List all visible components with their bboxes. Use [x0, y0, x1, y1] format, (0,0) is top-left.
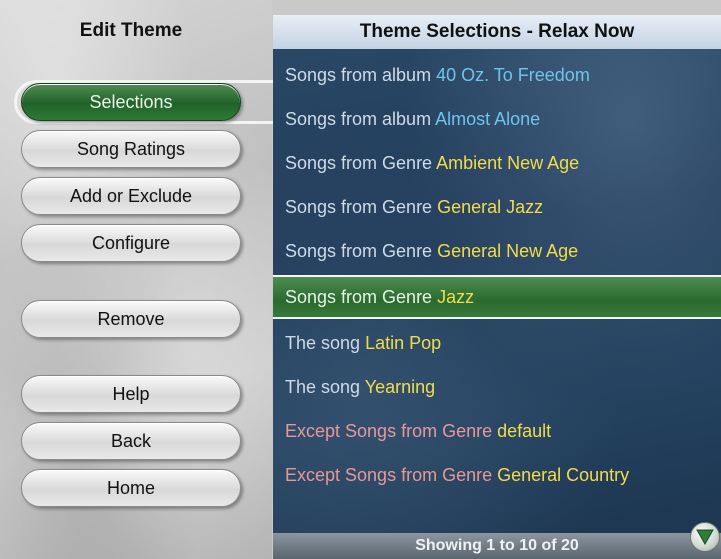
- list-item-prefix: Except Songs from Genre: [285, 465, 498, 485]
- list-item-prefix: Songs from album: [285, 65, 437, 85]
- selection-highlight-connector: [240, 80, 276, 124]
- list-item-prefix: The song: [285, 333, 366, 353]
- help-button[interactable]: Help: [21, 375, 241, 413]
- list-item-value: Jazz: [437, 287, 475, 307]
- list-item-prefix: The song: [285, 377, 365, 397]
- list-item-value: General Country: [497, 465, 630, 485]
- list-item[interactable]: Except Songs from Genre General Country: [273, 453, 721, 497]
- selections-button[interactable]: Selections: [21, 83, 241, 121]
- song-ratings-button[interactable]: Song Ratings: [21, 130, 241, 168]
- theme-selections-panel: Theme Selections - Relax Now Songs from …: [273, 15, 721, 559]
- list-item-value: Ambient New Age: [436, 153, 580, 173]
- list-item-prefix: Songs from Genre: [285, 153, 437, 173]
- list-item-value: default: [497, 421, 552, 441]
- back-button[interactable]: Back: [21, 422, 241, 460]
- list-item-prefix: Songs from album: [285, 109, 436, 129]
- home-button[interactable]: Home: [21, 469, 241, 507]
- list-item[interactable]: Songs from Genre Ambient New Age: [273, 141, 721, 185]
- list-item-prefix: Songs from Genre: [285, 287, 438, 307]
- list-item[interactable]: Songs from album Almost Alone: [273, 97, 721, 141]
- configure-button[interactable]: Configure: [21, 224, 241, 262]
- list-item[interactable]: Songs from Genre General Jazz: [273, 185, 721, 229]
- list-item-value: Yearning: [364, 377, 436, 397]
- add-or-exclude-button[interactable]: Add or Exclude: [21, 177, 241, 215]
- list-item-selected[interactable]: Songs from Genre Jazz: [273, 275, 721, 319]
- list-item-value: 40 Oz. To Freedom: [436, 65, 590, 85]
- list-item-prefix: Songs from Genre: [285, 197, 438, 217]
- list-item[interactable]: The song Latin Pop: [273, 321, 721, 365]
- list-item-value: General New Age: [437, 241, 579, 261]
- list-item-value: Latin Pop: [365, 333, 442, 353]
- theme-selections-title: Theme Selections - Relax Now: [273, 15, 721, 49]
- list-item[interactable]: Songs from Genre General New Age: [273, 229, 721, 273]
- down-arrow-icon: [696, 529, 714, 545]
- list-item-value: General Jazz: [437, 197, 544, 217]
- list-item-prefix: Except Songs from Genre: [285, 421, 498, 441]
- list-item[interactable]: Except Songs from Genre default: [273, 409, 721, 453]
- list-item[interactable]: Songs from album 40 Oz. To Freedom: [273, 53, 721, 97]
- pagination-status: Showing 1 to 10 of 20: [273, 533, 721, 559]
- left-panel-title: Edit Theme: [79, 20, 183, 41]
- scroll-down-button[interactable]: [690, 522, 720, 552]
- list-item-value: Almost Alone: [435, 109, 541, 129]
- list-item-prefix: Songs from Genre: [285, 241, 438, 261]
- list-item[interactable]: The song Yearning: [273, 365, 721, 409]
- remove-button[interactable]: Remove: [21, 300, 241, 338]
